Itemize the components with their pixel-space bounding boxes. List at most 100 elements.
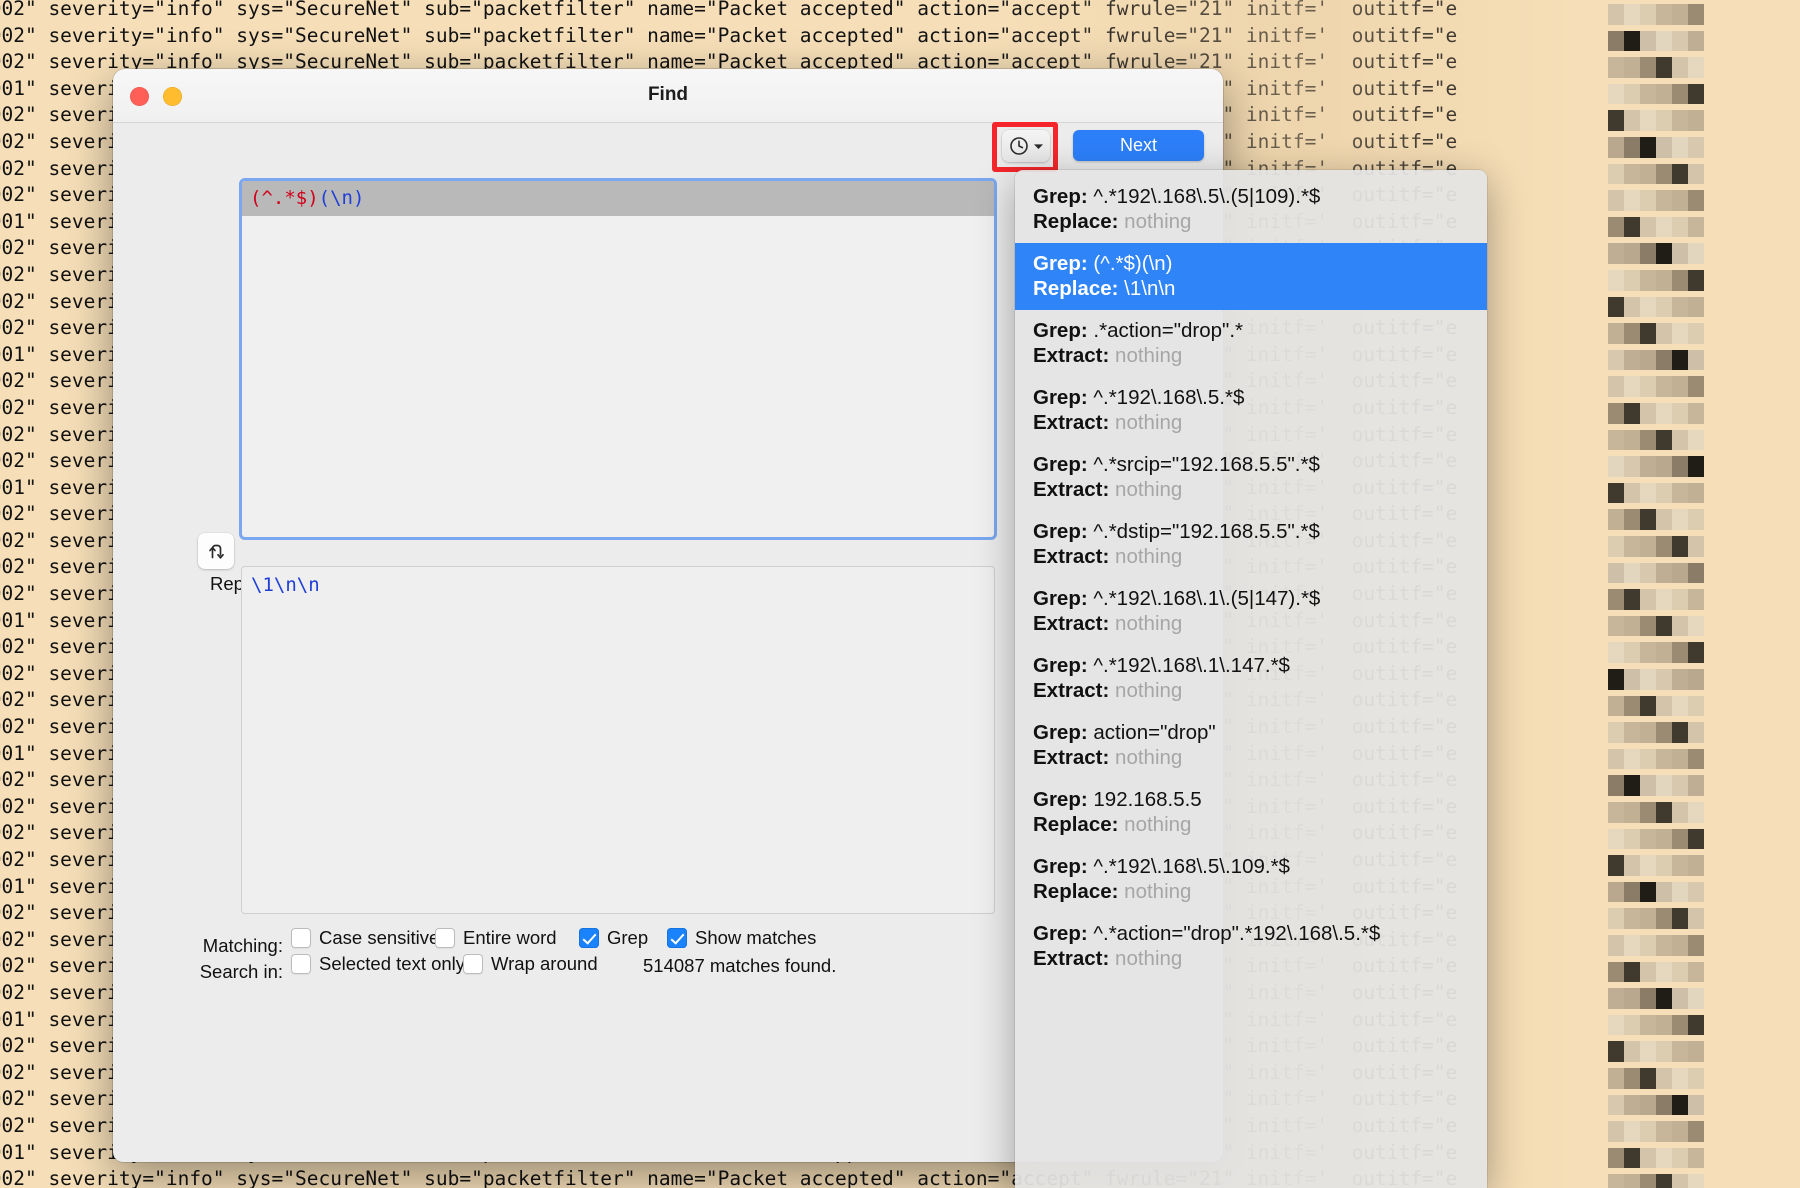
history-menu-item[interactable]: Grep: (^.*$)(\n)Replace: \1\n\n bbox=[1015, 243, 1487, 310]
history-item-grep-label: Grep: bbox=[1033, 788, 1088, 811]
history-item-action-value: nothing bbox=[1115, 344, 1182, 367]
checkbox-box-wrap-around[interactable] bbox=[463, 954, 483, 974]
log-line: 2002" severity="info" sys="SecureNet" su… bbox=[0, 0, 1457, 23]
swap-fields-button[interactable] bbox=[198, 533, 234, 569]
find-input[interactable]: (^.*$)(\n) bbox=[239, 178, 997, 540]
history-item-grep-value: ^.*192\.168\.5\.109.*$ bbox=[1093, 855, 1290, 878]
checkbox-case-sensitive[interactable]: Case sensitive bbox=[291, 927, 439, 949]
history-item-action-value: nothing bbox=[1115, 679, 1182, 702]
redacted-text-block bbox=[1608, 642, 1704, 663]
checkbox-show-matches[interactable]: Show matches bbox=[667, 927, 816, 949]
history-menu-item[interactable]: Grep: ^.*192\.168\.5\.(5|109).*$Replace:… bbox=[1015, 176, 1487, 243]
history-item-action-label: Replace: bbox=[1033, 210, 1118, 233]
redacted-text-block bbox=[1608, 4, 1704, 25]
redacted-text-block bbox=[1608, 350, 1704, 371]
redacted-text-block bbox=[1608, 908, 1704, 929]
history-item-action-value: \1\n\n bbox=[1124, 277, 1175, 300]
redacted-text-block bbox=[1608, 696, 1704, 717]
redacted-text-block bbox=[1608, 190, 1704, 211]
history-item-grep-value: ^.*srcip="192.168.5.5".*$ bbox=[1093, 453, 1319, 476]
history-menu-item[interactable]: Grep: ^.*srcip="192.168.5.5".*$Extract: … bbox=[1015, 444, 1487, 511]
history-menu-item[interactable]: Grep: ^.*action="drop".*192\.168\.5.*$Ex… bbox=[1015, 913, 1487, 980]
history-item-grep-label: Grep: bbox=[1033, 721, 1088, 744]
history-item-action-line: Extract: nothing bbox=[1033, 611, 1469, 636]
redacted-text-block bbox=[1608, 1148, 1704, 1169]
history-menu-item[interactable]: Grep: ^.*dstip="192.168.5.5".*$Extract: … bbox=[1015, 511, 1487, 578]
redacted-text-block bbox=[1608, 988, 1704, 1009]
history-item-action-label: Replace: bbox=[1033, 277, 1118, 300]
history-menu-item[interactable]: Grep: ^.*192\.168\.5.*$Extract: nothing bbox=[1015, 377, 1487, 444]
window-titlebar[interactable]: Find bbox=[113, 69, 1223, 123]
matching-label: Matching: bbox=[133, 935, 283, 957]
redacted-text-block bbox=[1608, 403, 1704, 424]
checkbox-label-selected-text-only: Selected text only bbox=[319, 953, 465, 975]
redacted-text-block bbox=[1608, 802, 1704, 823]
history-menu-item[interactable]: Grep: ^.*192\.168\.1\.147.*$Extract: not… bbox=[1015, 645, 1487, 712]
redacted-text-block bbox=[1608, 509, 1704, 530]
checkbox-box-entire-word[interactable] bbox=[435, 928, 455, 948]
history-item-grep-value: ^.*192\.168\.5.*$ bbox=[1093, 386, 1244, 409]
replace-input[interactable]: \1\n\n bbox=[241, 566, 995, 914]
checkbox-label-show-matches: Show matches bbox=[695, 927, 816, 949]
checkbox-selected-text-only[interactable]: Selected text only bbox=[291, 953, 465, 975]
history-item-grep-line: Grep: ^.*192\.168\.1\.147.*$ bbox=[1033, 653, 1469, 678]
redacted-text-block bbox=[1608, 1121, 1704, 1142]
history-item-grep-line: Grep: ^.*192\.168\.5.*$ bbox=[1033, 385, 1469, 410]
redacted-text-block bbox=[1608, 57, 1704, 78]
history-item-grep-label: Grep: bbox=[1033, 587, 1088, 610]
redacted-text-block bbox=[1608, 243, 1704, 264]
history-item-action-label: Extract: bbox=[1033, 947, 1109, 970]
history-item-grep-label: Grep: bbox=[1033, 922, 1088, 945]
history-item-grep-value: 192.168.5.5 bbox=[1093, 788, 1201, 811]
swap-arrows-icon bbox=[206, 541, 227, 562]
history-item-action-value: nothing bbox=[1115, 545, 1182, 568]
history-item-action-value: nothing bbox=[1115, 411, 1182, 434]
history-item-action-line: Replace: \1\n\n bbox=[1033, 276, 1469, 301]
history-item-grep-label: Grep: bbox=[1033, 185, 1088, 208]
checkbox-wrap-around[interactable]: Wrap around bbox=[463, 953, 598, 975]
history-item-action-line: Replace: nothing bbox=[1033, 209, 1469, 234]
history-item-grep-line: Grep: ^.*192\.168\.5\.109.*$ bbox=[1033, 854, 1469, 879]
checkbox-entire-word[interactable]: Entire word bbox=[435, 927, 557, 949]
history-item-grep-value: ^.*192\.168\.1\.(5|147).*$ bbox=[1093, 587, 1320, 610]
history-button[interactable] bbox=[1002, 130, 1050, 162]
history-item-grep-label: Grep: bbox=[1033, 319, 1088, 342]
redacted-text-block bbox=[1608, 84, 1704, 105]
history-menu-item[interactable]: Grep: .*action="drop".*Extract: nothing bbox=[1015, 310, 1487, 377]
checkbox-box-case-sensitive[interactable] bbox=[291, 928, 311, 948]
redacted-text-block bbox=[1608, 1015, 1704, 1036]
history-menu-item[interactable]: Grep: 192.168.5.5Replace: nothing bbox=[1015, 779, 1487, 846]
find-input-selection: (^.*$)(\n) bbox=[242, 181, 994, 216]
history-item-action-value: nothing bbox=[1115, 612, 1182, 635]
history-item-grep-value: .*action="drop".* bbox=[1093, 319, 1243, 342]
redacted-text-block bbox=[1608, 829, 1704, 850]
history-item-action-line: Extract: nothing bbox=[1033, 678, 1469, 703]
history-dropdown-menu[interactable]: Grep: ^.*192\.168\.5\.(5|109).*$Replace:… bbox=[1015, 170, 1487, 1188]
history-item-action-value: nothing bbox=[1115, 746, 1182, 769]
redacted-text-block bbox=[1608, 669, 1704, 690]
clock-history-icon bbox=[1008, 135, 1030, 157]
matches-found-status: 514087 matches found. bbox=[643, 955, 836, 977]
history-item-grep-line: Grep: ^.*192\.168\.5\.(5|109).*$ bbox=[1033, 184, 1469, 209]
history-item-action-line: Extract: nothing bbox=[1033, 946, 1469, 971]
history-item-grep-line: Grep: (^.*$)(\n) bbox=[1033, 251, 1469, 276]
history-menu-item[interactable]: Grep: action="drop"Extract: nothing bbox=[1015, 712, 1487, 779]
history-menu-item[interactable]: Grep: ^.*192\.168\.5\.109.*$Replace: not… bbox=[1015, 846, 1487, 913]
redacted-text-block bbox=[1608, 616, 1704, 637]
next-button[interactable]: Next bbox=[1073, 130, 1204, 161]
history-item-action-line: Replace: nothing bbox=[1033, 812, 1469, 837]
checkbox-box-grep[interactable] bbox=[579, 928, 599, 948]
redacted-text-block bbox=[1608, 1068, 1704, 1089]
redacted-text-block bbox=[1608, 935, 1704, 956]
history-item-grep-value: ^.*192\.168\.5\.(5|109).*$ bbox=[1093, 185, 1320, 208]
history-item-action-label: Extract: bbox=[1033, 545, 1109, 568]
checkbox-grep[interactable]: Grep bbox=[579, 927, 648, 949]
history-menu-item[interactable]: Grep: ^.*192\.168\.1\.(5|147).*$Extract:… bbox=[1015, 578, 1487, 645]
history-item-action-label: Replace: bbox=[1033, 880, 1118, 903]
redacted-text-block bbox=[1608, 536, 1704, 557]
redacted-text-block bbox=[1608, 270, 1704, 291]
checkbox-label-case-sensitive: Case sensitive bbox=[319, 927, 439, 949]
checkbox-box-selected-text-only[interactable] bbox=[291, 954, 311, 974]
history-item-grep-line: Grep: .*action="drop".* bbox=[1033, 318, 1469, 343]
checkbox-box-show-matches[interactable] bbox=[667, 928, 687, 948]
